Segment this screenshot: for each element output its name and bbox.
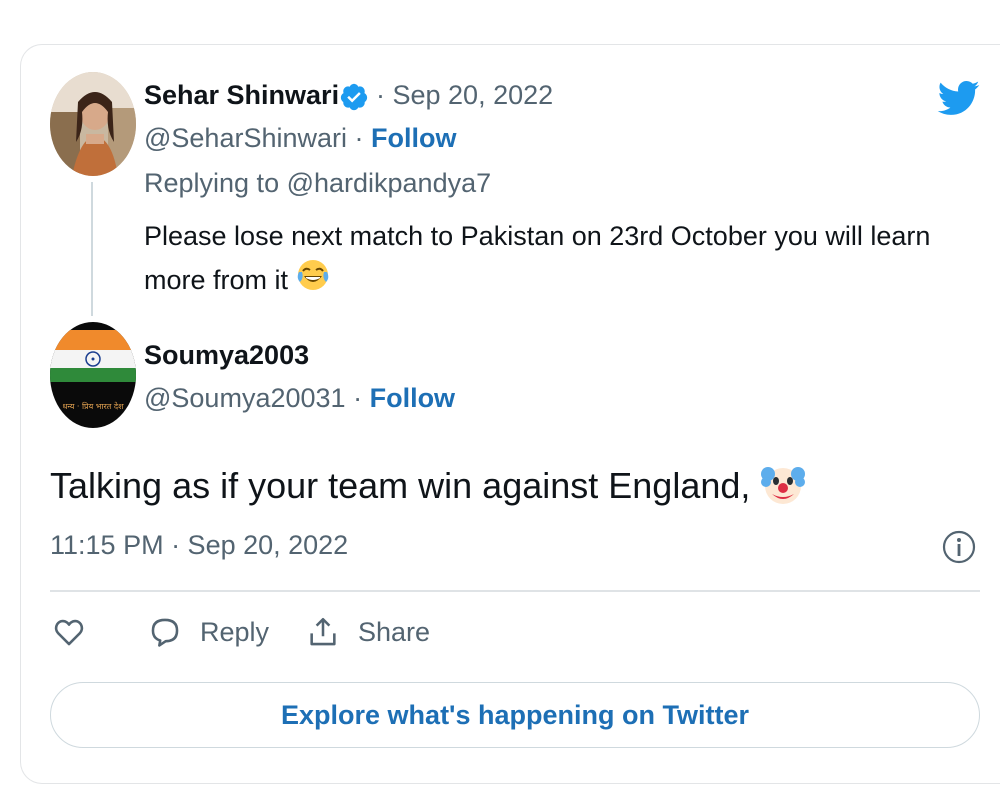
speech-bubble-icon	[151, 618, 179, 647]
like-button[interactable]	[52, 615, 86, 649]
tweet-embed-card	[20, 44, 1000, 784]
clown-face-emoji	[760, 460, 806, 517]
reply-tweet-text-block: Talking as if your team win against Engl…	[50, 460, 806, 517]
handle-separator: ·	[354, 123, 364, 153]
original-handle[interactable]: @SeharShinwari	[144, 123, 347, 153]
explore-twitter-button[interactable]: Explore what's happening on Twitter	[50, 682, 980, 748]
explore-label: Explore what's happening on Twitter	[281, 699, 749, 730]
share-icon	[310, 617, 336, 646]
info-icon[interactable]	[942, 530, 976, 564]
reply-label: Reply	[200, 616, 270, 647]
soumya-avatar[interactable]: धन्य · प्रिय भारत देश	[50, 322, 136, 428]
original-tweet-text: Please lose next match to Pakistan on 23…	[144, 221, 931, 295]
replying-to-label[interactable]: Replying to @hardikpandya7	[144, 168, 491, 199]
original-handle-line: @SeharShinwari · Follow	[144, 123, 457, 154]
reply-timestamp[interactable]: 11:15 PM · Sep 20, 2022	[50, 530, 348, 561]
share-button[interactable]: Share	[306, 615, 430, 649]
sehar-shinwari-avatar[interactable]	[50, 72, 136, 176]
follow-soumya-button[interactable]: Follow	[370, 383, 455, 413]
verified-badge-icon	[340, 83, 368, 111]
reply-handle[interactable]: @Soumya20031	[144, 383, 346, 413]
follow-sehar-button[interactable]: Follow	[371, 123, 456, 153]
original-tweet-text-block: Please lose next match to Pakistan on 23…	[144, 214, 944, 305]
twitter-bird-icon[interactable]	[935, 76, 981, 120]
handle-separator: ·	[353, 383, 363, 413]
reply-handle-line: @Soumya20031 · Follow	[144, 383, 455, 414]
face-with-tears-of-joy-emoji	[296, 258, 330, 305]
reply-display-name[interactable]: Soumya2003	[144, 340, 309, 371]
heart-icon	[54, 619, 84, 646]
avatar-caption: धन्य · प्रिय भारत देश	[62, 401, 124, 411]
original-display-name[interactable]: Sehar Shinwari	[144, 80, 339, 111]
reply-button[interactable]: Reply	[148, 615, 269, 649]
share-label: Share	[358, 616, 431, 647]
original-tweet-date[interactable]: · Sep 20, 2022	[376, 80, 553, 111]
action-divider	[50, 590, 980, 592]
thread-connector-line	[91, 182, 93, 316]
reply-tweet-text: Talking as if your team win against Engl…	[50, 465, 751, 507]
